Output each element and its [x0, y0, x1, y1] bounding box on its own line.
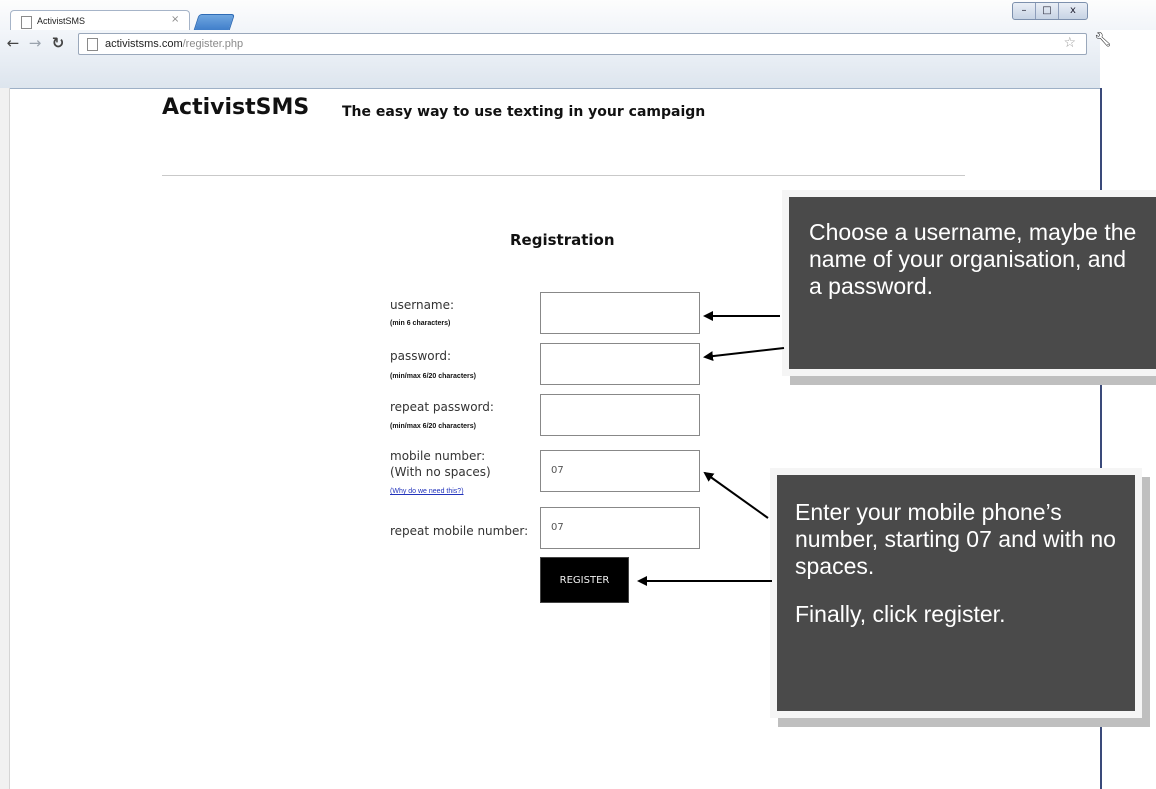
url-text: activistsms.com/register.php — [105, 38, 243, 50]
site-tagline: The easy way to use texting in your camp… — [342, 104, 706, 120]
register-button[interactable]: REGISTER — [540, 557, 629, 603]
title-bar: ActivistSMS × – □ x — [0, 0, 1156, 33]
mobile-number-sublabel: (With no spaces) — [390, 465, 491, 479]
maximize-button[interactable]: □ — [1036, 3, 1059, 19]
tab-title: ActivistSMS — [37, 16, 86, 26]
page-title: Registration — [510, 231, 615, 249]
forward-arrow-icon[interactable]: → — [27, 35, 43, 51]
repeat-mobile-label: repeat mobile number: — [390, 524, 529, 538]
arrow-to-password — [703, 347, 785, 362]
tab-close-icon[interactable]: × — [171, 14, 179, 25]
callout-text: Finally, click register. — [795, 601, 1006, 627]
repeat-mobile-field[interactable]: 07 — [540, 507, 700, 549]
callout-text: Enter your mobile phone’s number, starti… — [795, 499, 1116, 579]
header-divider — [162, 175, 965, 176]
back-arrow-icon[interactable]: ← — [5, 35, 21, 51]
page-icon — [87, 38, 98, 51]
password-field[interactable] — [540, 343, 700, 385]
repeat-password-hint: (min/max 6/20 characters) — [390, 423, 476, 430]
site-logo[interactable]: ActivistSMS — [162, 95, 309, 120]
callout-username-password: Choose a username, maybe the name of you… — [782, 190, 1156, 376]
mobile-number-label: mobile number: — [390, 449, 486, 463]
username-field[interactable] — [540, 292, 700, 334]
url-domain: activistsms.com — [105, 38, 183, 50]
mobile-number-field[interactable]: 07 — [540, 450, 700, 492]
arrow-to-mobile — [703, 471, 769, 519]
page-icon — [21, 16, 32, 29]
password-label: password: — [390, 349, 452, 363]
username-label: username: — [390, 298, 455, 312]
wrench-icon[interactable]: 🔧︎ — [1094, 32, 1112, 48]
browser-toolbar: ← → ↻ activistsms.com/register.php ☆ — [0, 30, 1100, 89]
why-need-this-link[interactable]: (Why do we need this?) — [390, 488, 464, 495]
repeat-password-label: repeat password: — [390, 400, 494, 414]
callout-text: Choose a username, maybe the name of you… — [809, 219, 1137, 299]
minimize-button[interactable]: – — [1013, 3, 1036, 19]
url-path: /register.php — [182, 38, 244, 50]
close-window-button[interactable]: x — [1059, 3, 1087, 19]
browser-chrome: ActivistSMS × – □ x ← → ↻ activistsms.co… — [0, 0, 1156, 89]
username-hint: (min 6 characters) — [390, 320, 451, 327]
reload-icon[interactable]: ↻ — [50, 35, 66, 51]
window-frame-left — [0, 88, 10, 789]
window-controls: – □ x — [1012, 2, 1088, 20]
callout-mobile-register: Enter your mobile phone’s number, starti… — [770, 468, 1142, 718]
address-bar[interactable]: activistsms.com/register.php ☆ — [78, 33, 1087, 55]
password-hint: (min/max 6/20 characters) — [390, 373, 476, 380]
repeat-password-field[interactable] — [540, 394, 700, 436]
bookmark-star-icon[interactable]: ☆ — [1063, 35, 1076, 51]
